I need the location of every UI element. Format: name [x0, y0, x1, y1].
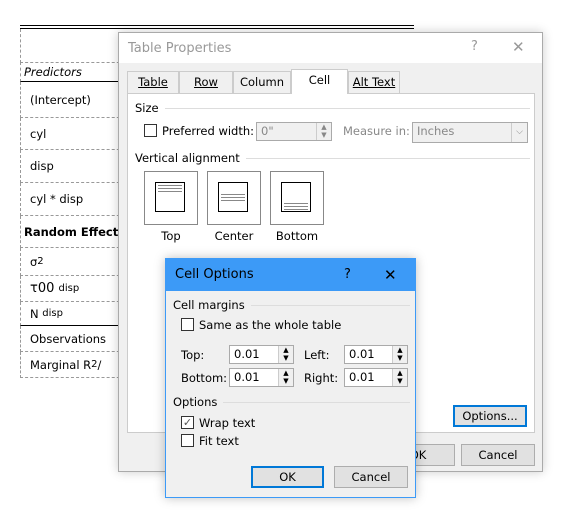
- section-label: Cell margins: [173, 298, 245, 312]
- tab-column[interactable]: Column: [233, 71, 291, 93]
- cell-options-dialog: Cell Options ? ✕ Cell margins Same as th…: [165, 258, 416, 498]
- ok-button[interactable]: OK: [251, 466, 324, 488]
- cell-margins-section: Cell margins: [173, 298, 410, 312]
- close-icon[interactable]: ✕: [384, 259, 397, 291]
- tab-table[interactable]: Table: [127, 71, 179, 93]
- table-row: cyl * disp: [20, 183, 130, 216]
- measure-in-label: Measure in:: [343, 124, 410, 138]
- preferred-width-label: Preferred width:: [162, 124, 255, 138]
- section-label: Options: [173, 395, 218, 409]
- bottom-margin-input[interactable]: 0.01 ▲ ▼: [229, 368, 294, 387]
- section-label: Size: [135, 101, 159, 115]
- cell-text: /: [97, 357, 102, 372]
- align-top-label: Top: [161, 229, 181, 243]
- title-bar: Cell Options ? ✕: [166, 259, 415, 291]
- same-as-table-label: Same as the whole table: [199, 318, 342, 332]
- spinner-icon: ▲ ▼: [278, 346, 293, 363]
- cell-text: Predictors: [24, 65, 82, 79]
- align-top-button[interactable]: [144, 171, 198, 225]
- table-row: σ2: [20, 248, 130, 276]
- preferred-width-input[interactable]: 0" ▲ ▼: [256, 122, 332, 141]
- spinner-icon: ▲ ▼: [316, 123, 331, 140]
- cell-text: cyl: [30, 126, 47, 141]
- cell-text: Observations: [30, 331, 107, 346]
- spinner-icon: ▲ ▼: [392, 369, 407, 386]
- table-row: N disp: [20, 302, 130, 326]
- top-label: Top:: [181, 348, 205, 362]
- wrap-text-checkbox[interactable]: ✓: [181, 416, 194, 429]
- size-section: Size: [135, 101, 530, 115]
- tab-row[interactable]: Row: [179, 71, 233, 93]
- table-top-border: [20, 25, 414, 29]
- right-label: Right:: [304, 371, 339, 385]
- table-row: Observations: [20, 326, 130, 352]
- align-bottom-label: Bottom: [275, 229, 319, 243]
- dialog-title: Cell Options: [175, 267, 254, 282]
- table-row: Random Effects: [20, 216, 130, 248]
- table-row: Predictors: [20, 62, 130, 82]
- subscript: disp: [42, 308, 63, 319]
- same-as-table-checkbox[interactable]: [181, 318, 194, 331]
- help-icon[interactable]: ?: [471, 39, 478, 54]
- subscript: disp: [58, 283, 80, 294]
- align-center-label: Center: [214, 229, 254, 243]
- superscript: 2: [37, 256, 44, 267]
- table-row: (Intercept): [20, 82, 130, 118]
- title-bar: Table Properties ? ✕: [119, 33, 542, 63]
- top-margin-input[interactable]: 0.01 ▲ ▼: [229, 345, 294, 364]
- section-label: Vertical alignment: [135, 151, 240, 165]
- tab-cell[interactable]: Cell: [291, 69, 348, 94]
- chevron-down-icon: ⌵: [511, 123, 527, 142]
- cell-text: Random Effects: [24, 224, 126, 239]
- right-margin-input[interactable]: 0.01 ▲ ▼: [344, 368, 408, 387]
- wrap-text-label: Wrap text: [199, 416, 256, 430]
- cell-text: σ: [30, 254, 38, 269]
- cell-text: τ00: [30, 281, 55, 296]
- bottom-label: Bottom:: [181, 371, 228, 385]
- align-bottom-button[interactable]: [270, 171, 324, 225]
- dialog-title: Table Properties: [128, 41, 232, 56]
- cancel-button[interactable]: Cancel: [461, 444, 535, 466]
- vertical-alignment-section: Vertical alignment: [135, 151, 530, 165]
- cell-text: N: [30, 306, 39, 321]
- fit-text-label: Fit text: [199, 434, 239, 448]
- help-icon[interactable]: ?: [344, 259, 351, 291]
- options-section: Options: [173, 395, 410, 409]
- align-center-button[interactable]: [207, 171, 261, 225]
- table-row: τ00 disp: [20, 276, 130, 302]
- options-button[interactable]: Options...: [453, 405, 527, 427]
- spinner-icon: ▲ ▼: [278, 369, 293, 386]
- cell-text: (Intercept): [30, 92, 91, 107]
- cell-text: Marginal R: [30, 357, 92, 372]
- left-margin-input[interactable]: 0.01 ▲ ▼: [344, 345, 408, 364]
- table-row: disp: [20, 150, 130, 183]
- spinner-icon: ▲ ▼: [392, 346, 407, 363]
- table-row: cyl: [20, 118, 130, 150]
- table-vline: [20, 29, 21, 63]
- fit-text-checkbox[interactable]: [181, 434, 194, 447]
- cancel-button[interactable]: Cancel: [334, 466, 408, 488]
- close-icon[interactable]: ✕: [512, 38, 525, 56]
- tab-alt-text[interactable]: Alt Text: [348, 71, 400, 93]
- cell-text: cyl * disp: [30, 192, 84, 206]
- cell-text: disp: [30, 159, 54, 173]
- table-row: Marginal R2 /: [20, 352, 130, 378]
- preferred-width-checkbox[interactable]: [144, 124, 157, 137]
- measure-in-select[interactable]: Inches ⌵: [412, 122, 528, 143]
- left-label: Left:: [304, 348, 330, 362]
